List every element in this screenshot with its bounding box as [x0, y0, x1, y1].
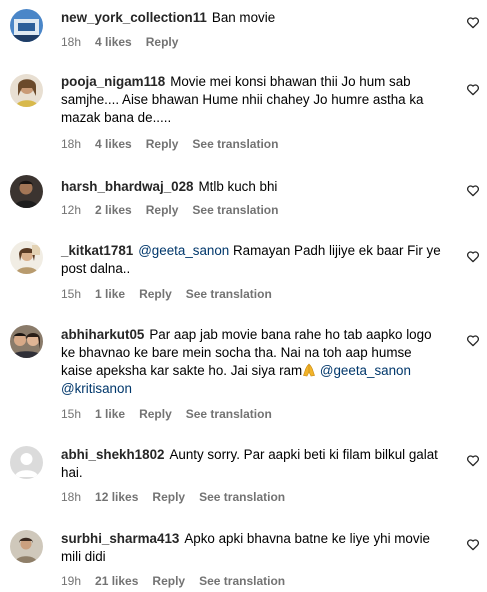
comment-mention[interactable]: @geeta_sanon	[320, 363, 411, 378]
comment-time: 15h	[61, 287, 82, 301]
comment-meta: 19h 21 likes Reply See translation	[61, 574, 299, 588]
avatar[interactable]	[10, 74, 43, 107]
heart-icon[interactable]	[467, 251, 479, 263]
see-translation-button[interactable]: See translation	[192, 137, 278, 151]
comment-likes[interactable]: 4 likes	[95, 137, 132, 151]
comment-body: new_york_collection11 Ban movie	[61, 9, 443, 27]
comment-text: Ban movie	[211, 10, 276, 25]
comment-mention[interactable]: @geeta_sanon	[138, 243, 229, 258]
heart-icon[interactable]	[467, 17, 479, 29]
see-translation-button[interactable]: See translation	[192, 203, 278, 217]
avatar[interactable]	[10, 446, 43, 479]
comment-username[interactable]: pooja_nigam118	[61, 74, 165, 89]
comment-likes[interactable]: 2 likes	[95, 203, 132, 217]
comment-username[interactable]: surbhi_sharma413	[61, 531, 179, 546]
avatar[interactable]	[10, 9, 43, 42]
comment-username[interactable]: harsh_bhardwaj_028	[61, 179, 193, 194]
heart-icon[interactable]	[467, 539, 479, 551]
comment-body: abhi_shekh1802 Aunty sorry. Par aapki bet…	[61, 446, 443, 482]
comment-time: 15h	[61, 407, 82, 421]
comment-body: abhiharkut05 Par aap jab movie bana rahe …	[61, 326, 443, 398]
comment-body: pooja_nigam118 Movie mei konsi bhawan thi…	[61, 73, 443, 127]
comment-time: 18h	[61, 137, 82, 151]
comment-likes[interactable]: 21 likes	[95, 574, 138, 588]
reply-button[interactable]: Reply	[152, 574, 185, 588]
comment-time: 18h	[61, 35, 82, 49]
reply-button[interactable]: Reply	[146, 203, 179, 217]
heart-icon[interactable]	[467, 185, 479, 197]
comment-body: harsh_bhardwaj_028 Mtlb kuch bhi	[61, 178, 443, 196]
comment-mention[interactable]: @kritisanon	[61, 381, 132, 396]
avatar[interactable]	[10, 530, 43, 563]
see-translation-button[interactable]: See translation	[186, 407, 272, 421]
heart-icon[interactable]	[467, 335, 479, 347]
comment-meta: 12h 2 likes Reply See translation	[61, 203, 292, 217]
reply-button[interactable]: Reply	[139, 407, 172, 421]
avatar[interactable]	[10, 241, 43, 274]
comment-username[interactable]: abhi_shekh1802	[61, 447, 164, 462]
comment-likes[interactable]: 1 like	[95, 287, 125, 301]
reply-button[interactable]: Reply	[146, 35, 179, 49]
comment-time: 19h	[61, 574, 82, 588]
comment-meta: 18h 12 likes Reply See translation	[61, 490, 299, 504]
comment-likes[interactable]: 4 likes	[95, 35, 132, 49]
comment-meta: 18h 4 likes Reply See translation	[61, 137, 292, 151]
avatar[interactable]	[10, 325, 43, 358]
see-translation-button[interactable]: See translation	[186, 287, 272, 301]
comment-likes[interactable]: 12 likes	[95, 490, 138, 504]
heart-icon[interactable]	[467, 455, 479, 467]
see-translation-button[interactable]: See translation	[199, 490, 285, 504]
comment-meta: 15h 1 like Reply See translation	[61, 287, 286, 301]
comment-meta: 15h 1 like Reply See translation	[61, 407, 286, 421]
comment-username[interactable]: abhiharkut05	[61, 327, 144, 342]
reply-button[interactable]: Reply	[152, 490, 185, 504]
comment-likes[interactable]: 1 like	[95, 407, 125, 421]
comment-body: _kitkat1781 @geeta_sanon Ramayan Padh lij…	[61, 242, 443, 278]
reply-button[interactable]: Reply	[146, 137, 179, 151]
comment-username[interactable]: _kitkat1781	[61, 243, 133, 258]
reply-button[interactable]: Reply	[139, 287, 172, 301]
comment-username[interactable]: new_york_collection11	[61, 10, 207, 25]
heart-icon[interactable]	[467, 84, 479, 96]
see-translation-button[interactable]: See translation	[199, 574, 285, 588]
comment-text: Mtlb kuch bhi	[198, 179, 278, 194]
avatar[interactable]	[10, 175, 43, 208]
folded-hands-emoji-icon	[303, 363, 316, 377]
comment-body: surbhi_sharma413 Apko apki bhavna batne k…	[61, 530, 443, 566]
comment-meta: 18h 4 likes Reply	[61, 35, 192, 49]
comment-time: 18h	[61, 490, 82, 504]
comment-time: 12h	[61, 203, 82, 217]
